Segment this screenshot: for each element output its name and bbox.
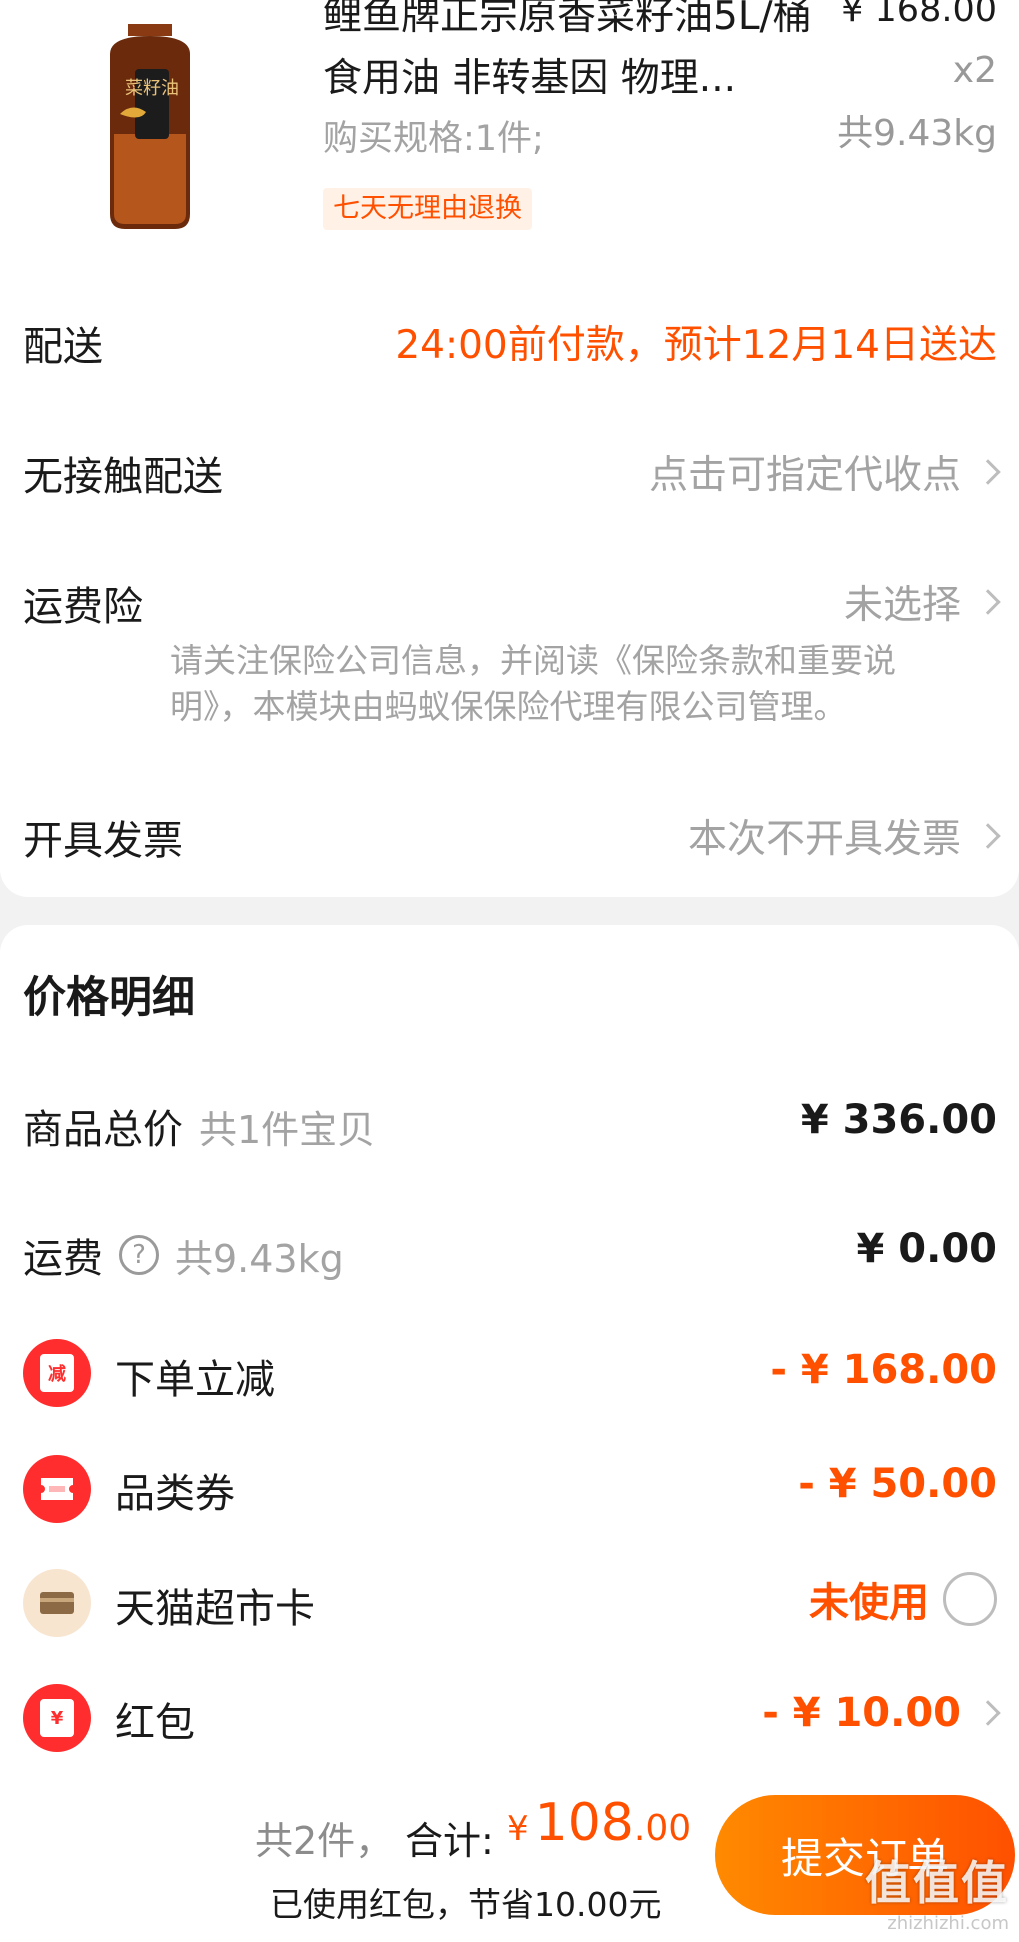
shipping-value: ¥ 0.00 <box>856 1226 997 1272</box>
item-count: 共2件， <box>255 1819 394 1863</box>
invoice-value: 本次不开具发票 <box>687 817 961 862</box>
order-card: 菜籽油 鲤鱼牌正宗原香菜籽油5L/桶 食用油 非转基因 物理... 购买规格:1… <box>0 0 1019 897</box>
instant-discount-value: - ¥ 168.00 <box>770 1347 997 1393</box>
return-policy-badge: 七天无理由退换 <box>323 188 532 230</box>
invoice-option[interactable]: 本次不开具发票 <box>687 808 1001 864</box>
discount-icon-glyph: 减 <box>40 1354 74 1392</box>
red-packet-label: 红包 <box>115 1700 195 1746</box>
tmall-card-icon <box>23 1569 91 1637</box>
contactless-label: 无接触配送 <box>23 454 223 500</box>
delivery-estimate-text: 24:00前付款，预计12月14日送达 <box>395 323 997 368</box>
product-image[interactable]: 菜籽油 <box>90 14 210 234</box>
product-weight: 共9.43kg <box>837 113 997 154</box>
savings-note: 已使用红包，节省10.00元 <box>270 1885 662 1924</box>
ticket-icon <box>41 1478 73 1500</box>
total-integer: 108 <box>534 1793 634 1853</box>
shipping-insurance-option[interactable]: 未选择 <box>843 574 1001 630</box>
chevron-right-icon <box>975 823 1001 849</box>
discount-icon: 减 <box>23 1339 91 1407</box>
instant-discount-label: 下单立减 <box>115 1357 275 1403</box>
shipping-label: 运费 <box>23 1236 103 1282</box>
red-packet-icon-glyph: ¥ <box>40 1699 74 1737</box>
watermark-url: zhizhizhi.com <box>887 1913 1009 1934</box>
insurance-note[interactable]: 请关注保险公司信息，并阅读《保险条款和重要说明》，本模块由蚂蚁保保险代理有限公司… <box>170 638 960 730</box>
watermark: 值值值 zhizhizhi.com <box>865 1847 1009 1934</box>
total-currency: ¥ <box>507 1809 529 1849</box>
watermark-logo: 值值值 <box>865 1856 1009 1910</box>
product-title[interactable]: 鲤鱼牌正宗原香菜籽油5L/桶 食用油 非转基因 物理... <box>323 0 823 110</box>
tmall-card-option[interactable]: 未使用 <box>809 1570 997 1628</box>
product-quantity: x2 <box>952 50 997 91</box>
bottle-label-text: 菜籽油 <box>125 78 179 99</box>
chevron-right-icon <box>975 459 1001 485</box>
total-decimal: .00 <box>633 1808 692 1849</box>
shipping-weight: 共9.43kg <box>175 1236 344 1281</box>
total-label: 合计: <box>405 1819 494 1863</box>
coupon-icon <box>23 1455 91 1523</box>
invoice-label: 开具发票 <box>23 818 183 864</box>
goods-total-label: 商品总价 <box>23 1107 183 1153</box>
card-icon <box>40 1592 74 1614</box>
product-price: ¥ 168.00 <box>841 0 997 30</box>
delivery-estimate: 24:00前付款，预计12月14日送达 <box>395 314 997 370</box>
goods-count: 共1件宝贝 <box>199 1107 376 1152</box>
chevron-right-icon <box>975 589 1001 615</box>
delivery-label: 配送 <box>23 324 103 370</box>
red-packet-option[interactable]: - ¥ 10.00 <box>762 1690 1001 1736</box>
checkout-bar: 共2件， 合计: ¥ 108 .00 已使用红包，节省10.00元 提交订单 值… <box>0 1775 1019 1942</box>
tmall-card-label: 天猫超市卡 <box>115 1586 315 1632</box>
shipping-insurance-value: 未选择 <box>843 583 961 628</box>
tmall-card-radio[interactable] <box>943 1572 997 1626</box>
red-packet-icon: ¥ <box>23 1684 91 1752</box>
help-icon[interactable]: ? <box>119 1235 159 1275</box>
goods-total-row: 商品总价 共1件宝贝 <box>23 1097 375 1155</box>
red-packet-value: - ¥ 10.00 <box>762 1690 961 1736</box>
category-coupon-value[interactable]: - ¥ 50.00 <box>798 1461 997 1507</box>
contactless-value: 点击可指定代收点 <box>648 453 961 498</box>
goods-total-value: ¥ 336.00 <box>800 1097 997 1143</box>
shipping-row: 运费 ? 共9.43kg <box>23 1226 344 1284</box>
shipping-insurance-label: 运费险 <box>23 584 143 630</box>
category-coupon-label: 品类券 <box>115 1471 235 1517</box>
chevron-right-icon <box>975 1700 1001 1726</box>
contactless-option[interactable]: 点击可指定代收点 <box>648 444 1001 500</box>
product-spec: 购买规格:1件; <box>323 119 544 159</box>
total-amount: ¥ 108 .00 <box>507 1793 691 1853</box>
tmall-card-status: 未使用 <box>809 1580 929 1626</box>
price-detail-title: 价格明细 <box>23 973 195 1023</box>
